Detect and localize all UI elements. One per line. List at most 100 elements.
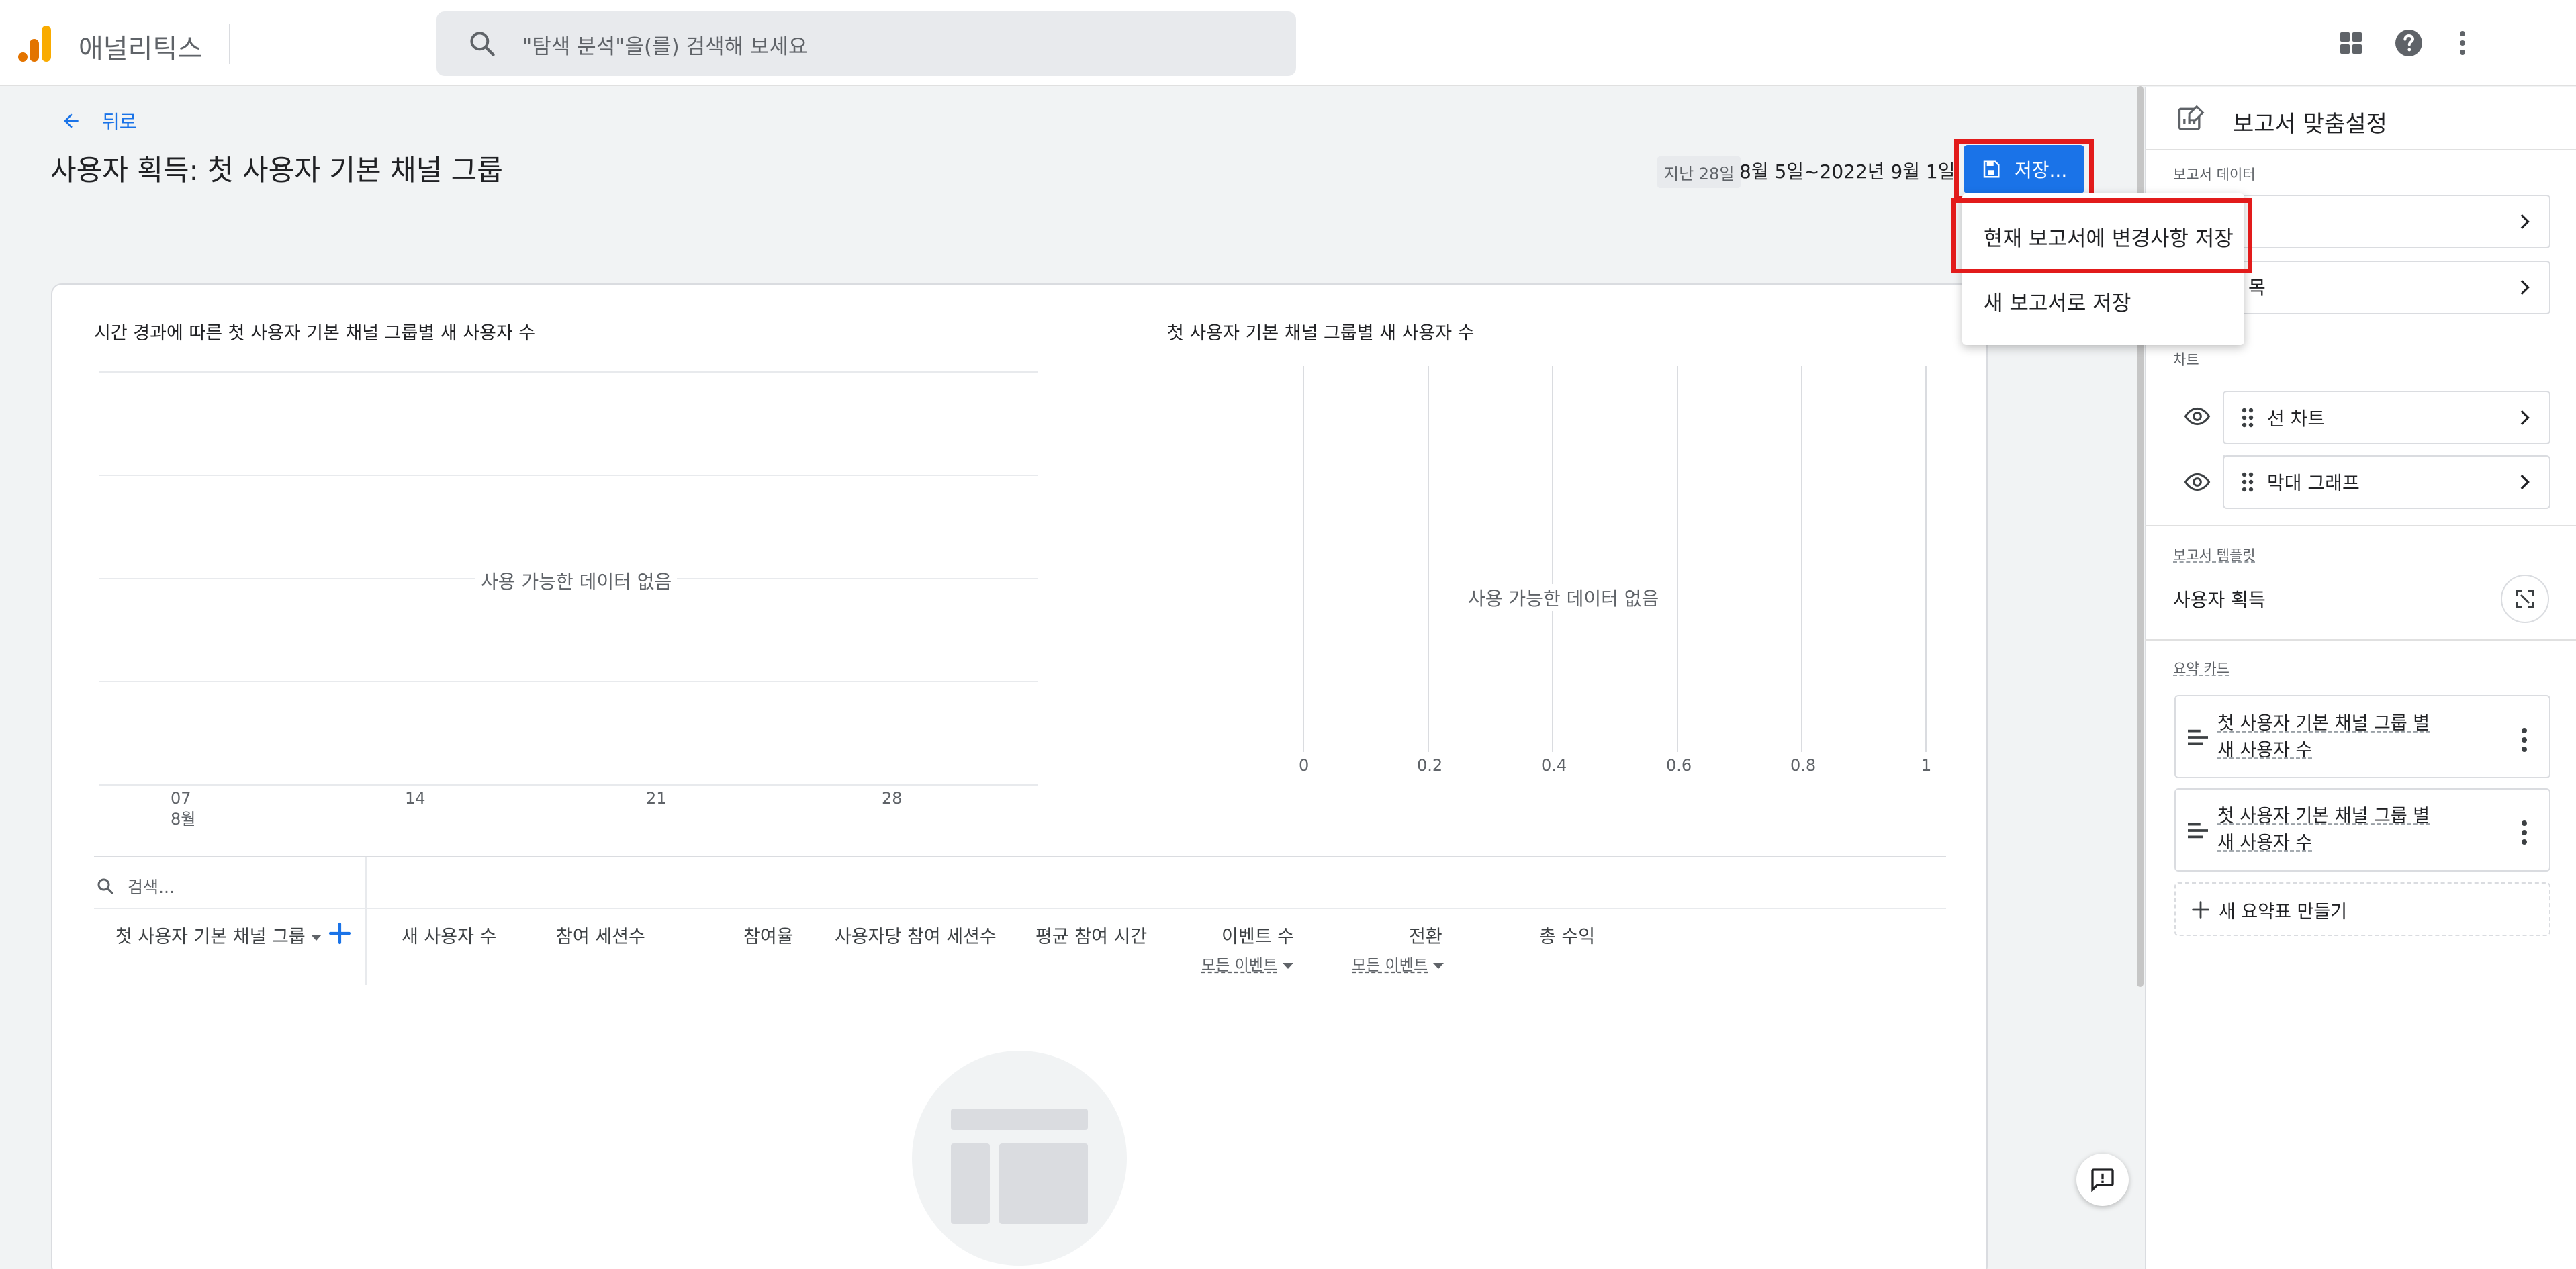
summary-card-line2: 새 사용자 수 xyxy=(2217,833,2313,853)
bar-chart-no-data: 사용 가능한 데이터 없음 xyxy=(1463,584,1665,611)
column-header[interactable]: 이벤트 수 xyxy=(1222,922,1294,948)
bar-chart-gridline xyxy=(1552,366,1553,752)
more-vert-icon[interactable] xyxy=(2446,27,2479,59)
feedback-button[interactable] xyxy=(2076,1154,2129,1206)
dimension-header-label: 첫 사용자 기본 채널 그룹 xyxy=(116,927,306,947)
table-border xyxy=(94,856,1946,857)
line-chart-gridline xyxy=(99,681,1038,682)
report-data-row-label: 목 xyxy=(2248,277,2266,299)
bar-chart-gridline xyxy=(1677,366,1678,752)
x-tick: 14 xyxy=(405,789,426,808)
visibility-icon[interactable] xyxy=(2184,403,2211,430)
line-chart-title: 시간 경과에 따른 첫 사용자 기본 채널 그룹별 새 사용자 수 xyxy=(94,323,536,344)
panel-title: 보고서 맞춤설정 xyxy=(2233,111,2387,138)
new-summary-card-button[interactable]: 새 요약표 만들기 xyxy=(2174,882,2550,936)
panel-divider xyxy=(2145,149,2576,150)
add-dimension-button[interactable] xyxy=(326,919,354,947)
more-vert-icon[interactable] xyxy=(2515,819,2534,846)
summary-card-icon xyxy=(2188,729,2208,745)
bar-chart-gridline xyxy=(1428,366,1429,752)
search-icon xyxy=(470,32,495,56)
top-bar: 애널리틱스 "탐색 분석"을(를) 검색해 보세요 xyxy=(0,0,2576,86)
conversion-filter-dropdown[interactable]: 모든 이벤트 xyxy=(1352,952,1444,975)
arrow-back-icon xyxy=(64,113,79,128)
dimension-header[interactable]: 첫 사용자 기본 채널 그룹 xyxy=(116,922,322,948)
column-separator xyxy=(365,857,367,985)
x-tick: 0.4 xyxy=(1541,756,1567,775)
summary-card-line1: 첫 사용자 기본 채널 그룹 별 xyxy=(2217,713,2430,734)
analytics-logo[interactable] xyxy=(17,24,52,63)
event-filter-label: 모든 이벤트 xyxy=(1201,957,1278,974)
header-divider xyxy=(229,24,230,64)
back-link[interactable]: 뒤로 xyxy=(60,107,137,134)
dropdown-caret-icon xyxy=(310,935,322,941)
summary-card-icon xyxy=(2188,822,2208,839)
summary-card-line2: 새 사용자 수 xyxy=(2217,740,2313,761)
chevron-right-icon xyxy=(2520,279,2530,295)
x-tick: 1 xyxy=(1921,756,1932,775)
column-header[interactable]: 참여 세션수 xyxy=(556,922,645,948)
panel-divider xyxy=(2145,639,2576,641)
bar-chart-gridline xyxy=(1303,366,1304,752)
apps-grid-icon[interactable] xyxy=(2335,27,2367,59)
menu-item-highlight xyxy=(1951,198,2252,273)
column-header[interactable]: 참여율 xyxy=(743,922,794,948)
panel-divider xyxy=(2145,525,2576,526)
conversion-filter-label: 모든 이벤트 xyxy=(1352,957,1428,974)
event-filter-dropdown[interactable]: 모든 이벤트 xyxy=(1201,952,1294,975)
table-search-input[interactable]: 검색... xyxy=(128,874,175,898)
column-header[interactable]: 총 수익 xyxy=(1539,922,1595,948)
illustration-bar xyxy=(999,1143,1088,1224)
template-name: 사용자 획득 xyxy=(2173,589,2266,611)
drag-handle-icon[interactable] xyxy=(2240,407,2255,428)
report-template-label: 보고서 템플릿 xyxy=(2173,547,2256,563)
more-vert-icon[interactable] xyxy=(2515,726,2534,753)
app-title[interactable]: 애널리틱스 xyxy=(79,27,202,66)
unlink-template-button[interactable] xyxy=(2501,575,2549,623)
line-chart-gridline xyxy=(99,475,1038,476)
chevron-right-icon xyxy=(2520,474,2530,490)
x-tick: 21 xyxy=(646,789,667,808)
x-tick-month: 8월 xyxy=(171,810,196,829)
save-as-new-report-item[interactable]: 새 보고서로 저장 xyxy=(1984,286,2131,316)
unlink-icon xyxy=(2516,590,2534,608)
illustration-bar xyxy=(951,1109,1088,1130)
dropdown-caret-icon xyxy=(1433,963,1444,969)
x-tick: 0.8 xyxy=(1790,756,1816,775)
chart-row-label: 선 차트 xyxy=(2267,408,2326,430)
x-tick: 0 xyxy=(1299,756,1309,775)
search-placeholder: "탐색 분석"을(를) 검색해 보세요 xyxy=(522,35,808,59)
new-summary-label: 새 요약표 만들기 xyxy=(2219,902,2348,923)
back-label: 뒤로 xyxy=(102,111,137,133)
save-button-highlight xyxy=(1954,139,2094,201)
line-chart-no-data: 사용 가능한 데이터 없음 xyxy=(475,567,678,594)
chevron-right-icon xyxy=(2520,214,2530,230)
line-chart-gridline xyxy=(99,371,1038,373)
table-search-icon xyxy=(97,878,113,894)
empty-table-illustration xyxy=(912,1051,1127,1266)
column-header[interactable]: 전환 xyxy=(1409,922,1442,948)
bar-chart-title: 첫 사용자 기본 채널 그룹별 새 사용자 수 xyxy=(1167,323,1475,344)
report-data-label: 보고서 데이터 xyxy=(2173,167,2256,183)
date-range[interactable]: 8월 5일~2022년 9월 1일 xyxy=(1739,157,1955,184)
help-icon[interactable] xyxy=(2393,27,2425,59)
summary-card-text: 첫 사용자 기본 채널 그룹 별 새 사용자 수 xyxy=(2217,710,2430,764)
x-tick: 0.6 xyxy=(1666,756,1692,775)
chart-section-label: 차트 xyxy=(2173,352,2199,368)
date-chip[interactable]: 지난 28일 xyxy=(1657,156,1741,188)
x-tick: 28 xyxy=(882,789,903,808)
bar-chart-gridline xyxy=(1801,366,1802,752)
column-header[interactable]: 사용자당 참여 세션수 xyxy=(835,922,997,948)
line-chart-gridline xyxy=(99,784,1038,786)
table-divider xyxy=(94,908,1946,909)
drag-handle-icon[interactable] xyxy=(2240,471,2255,493)
x-tick: 0.2 xyxy=(1417,756,1443,775)
visibility-icon[interactable] xyxy=(2184,469,2211,496)
search-input[interactable]: "탐색 분석"을(를) 검색해 보세요 xyxy=(436,11,1296,76)
summary-card-line1: 첫 사용자 기본 채널 그룹 별 xyxy=(2217,806,2430,827)
column-header[interactable]: 평균 참여 시간 xyxy=(1036,922,1147,948)
summary-card-text: 첫 사용자 기본 채널 그룹 별 새 사용자 수 xyxy=(2217,803,2430,857)
feedback-icon xyxy=(2091,1168,2114,1193)
column-header[interactable]: 새 사용자 수 xyxy=(402,922,496,948)
chevron-right-icon xyxy=(2520,410,2530,426)
